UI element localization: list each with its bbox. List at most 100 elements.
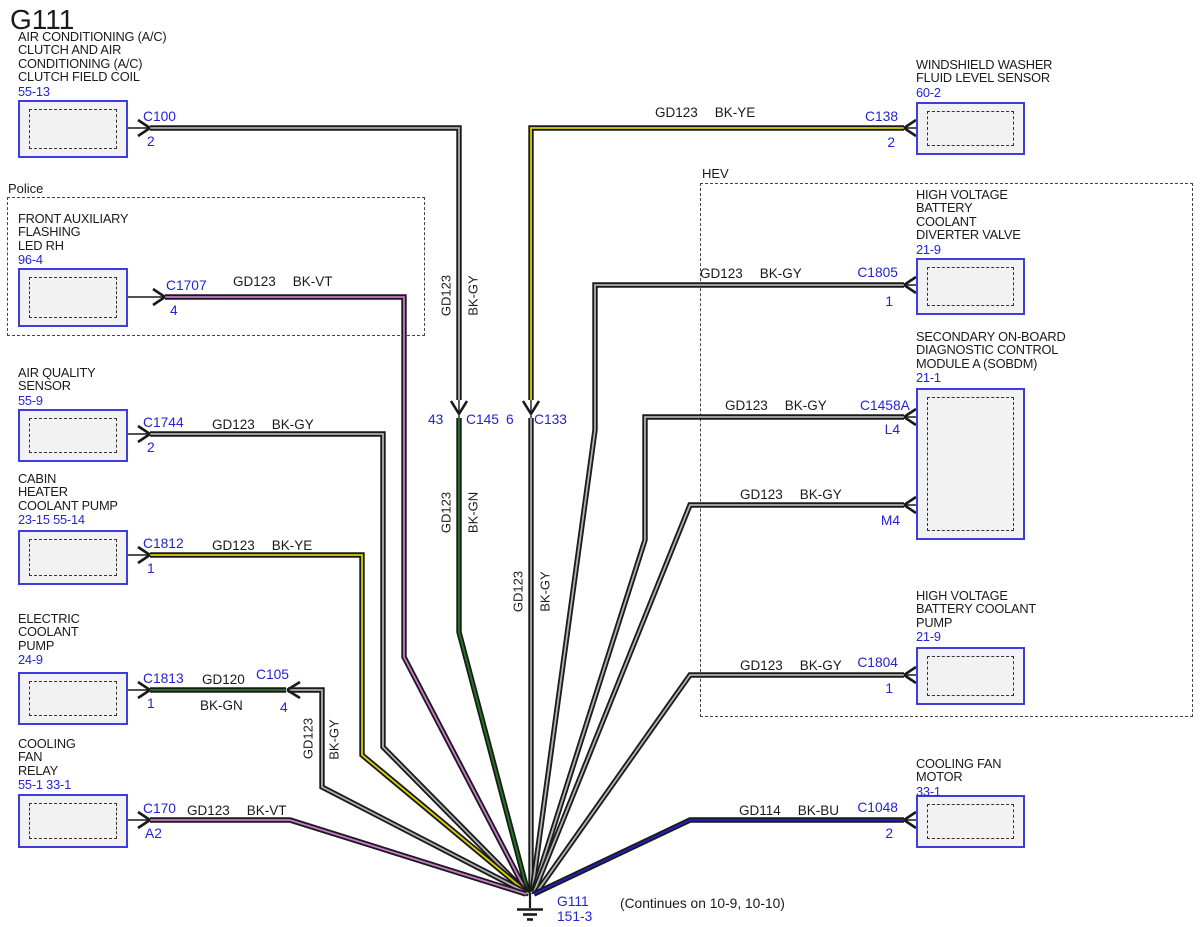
component-name: WINDSHIELD WASHER FLUID LEVEL SENSOR — [916, 58, 1146, 85]
component-name: HIGH VOLTAGE BATTERY COOLANT DIVERTER VA… — [916, 188, 1146, 242]
component-name: CABIN HEATER COOLANT PUMP — [18, 472, 248, 512]
component-box-hv-battery-coolant-pump[interactable] — [916, 647, 1025, 705]
connector-label-c100[interactable]: C100 — [143, 109, 176, 124]
continuation-note: (Continues on 10-9, 10-10) — [620, 896, 785, 911]
pin-label: 2 — [147, 440, 155, 455]
connector-label-c1812[interactable]: C1812 — [143, 536, 184, 551]
component-name: AIR CONDITIONING (A/C) CLUTCH AND AIR CO… — [18, 30, 248, 84]
pin-label: 1 — [835, 294, 893, 309]
connector-label-c1458a[interactable]: C1458A — [860, 398, 910, 413]
wire-label-gd123-bk-vt: GD123BK-VT — [233, 274, 333, 289]
wire-color: BK-GY — [800, 658, 842, 673]
wire-label-gd123-bk-gy: GD123 BK-GY — [212, 417, 314, 432]
component-label-coolant-diverter-valve: HIGH VOLTAGE BATTERY COOLANT DIVERTER VA… — [916, 188, 1146, 256]
pin-label: 4 — [170, 303, 178, 318]
connector-label-c1813[interactable]: C1813 — [143, 671, 184, 686]
pin-label: L4 — [835, 422, 900, 437]
component-box-cabin-heater-pump[interactable] — [18, 530, 128, 585]
ground-label[interactable]: G111 — [557, 895, 589, 909]
page-ref-link[interactable]: 33-1 — [916, 785, 1146, 798]
wire-color: BK-GY — [760, 266, 802, 281]
page-ref-link[interactable]: 96-4 — [18, 253, 248, 266]
page-ref-link[interactable]: 21-1 — [916, 371, 1146, 384]
connector-label-c1048[interactable]: C1048 — [835, 800, 898, 815]
component-box-led-rh[interactable] — [18, 268, 128, 327]
wire-label-gd123-bk-vt-2: GD123BK-VT — [187, 803, 287, 818]
component-name: COOLING FAN MOTOR — [916, 757, 1146, 784]
component-box-sobdm[interactable] — [916, 388, 1025, 540]
pin-label: 1 — [147, 561, 155, 576]
connector-label-c1707[interactable]: C1707 — [166, 278, 207, 293]
page-ref-link[interactable]: 55-13 — [18, 85, 248, 98]
wire-label-gd123-bk-gy-c1804: GD123 BK-GY — [740, 658, 842, 673]
page-ref-link[interactable]: 24-9 — [18, 653, 248, 666]
page-ref-link[interactable]: 55-9 — [18, 394, 248, 407]
connector-label-c105[interactable]: C105 — [256, 667, 289, 682]
connector-label-c1744[interactable]: C1744 — [143, 415, 184, 430]
wiring-diagram-page: { "title": "G111", "note": "(Continues o… — [0, 0, 1200, 927]
component-box-inner — [29, 418, 117, 453]
connector-label-c138[interactable]: C138 — [840, 109, 898, 124]
wire-label-gd123-bk-ye: GD123BK-YE — [655, 105, 755, 120]
wire-label-vertical-color: BK-GY — [327, 700, 342, 780]
component-box-inner — [29, 277, 117, 318]
component-box-cooling-fan-relay[interactable] — [18, 794, 128, 848]
wire-label-vertical-circuit: GD123 — [439, 256, 454, 336]
pin-label: A2 — [145, 826, 162, 841]
component-box-washer-fluid-sensor[interactable] — [916, 102, 1025, 155]
component-label-hv-battery-coolant-pump: HIGH VOLTAGE BATTERY COOLANT PUMP 21-9 — [916, 589, 1146, 644]
pin-label: 1 — [835, 681, 893, 696]
component-box-electric-coolant-pump[interactable] — [18, 672, 128, 725]
component-label-electric-coolant-pump: ELECTRIC COOLANT PUMP 24-9 — [18, 612, 248, 667]
connector-label-c1805[interactable]: C1805 — [835, 265, 898, 280]
wire-label-gd123-bk-gy-l4: GD123BK-GY — [725, 398, 827, 413]
component-box-ac-clutch[interactable] — [18, 100, 128, 158]
wire-label-gd123-bk-ye-2: GD123BK-YE — [212, 538, 312, 553]
wire-label-gd123-bk-gy-m4: GD123BK-GY — [740, 487, 842, 502]
page-ref-link[interactable]: 21-9 — [916, 630, 1146, 643]
wire-label-gd120: GD120 — [202, 672, 245, 687]
connector-label-c133[interactable]: C133 — [534, 412, 567, 427]
ground-page-ref[interactable]: 151-3 — [557, 910, 592, 924]
wire-label-vertical-circuit: GD123 — [511, 552, 526, 632]
component-name: FRONT AUXILIARY FLASHING LED RH — [18, 212, 248, 252]
page-ref-link[interactable]: 21-9 — [916, 243, 1146, 256]
component-label-washer-fluid-sensor: WINDSHIELD WASHER FLUID LEVEL SENSOR 60-… — [916, 58, 1146, 99]
component-label-ac-clutch: AIR CONDITIONING (A/C) CLUTCH AND AIR CO… — [18, 30, 248, 98]
page-ref-link[interactable]: 60-2 — [916, 86, 1146, 99]
pin-label: 2 — [835, 826, 893, 841]
component-box-cooling-fan-motor[interactable] — [916, 795, 1025, 848]
wire-color: BK-VT — [247, 803, 287, 818]
component-label-led-rh: FRONT AUXILIARY FLASHING LED RH 96-4 — [18, 212, 248, 267]
component-label-sobdm: SECONDARY ON-BOARD DIAGNOSTIC CONTROL MO… — [916, 330, 1146, 385]
component-box-inner — [927, 267, 1014, 306]
connector-label-c1804[interactable]: C1804 — [835, 655, 898, 670]
connector-label-c145[interactable]: C145 — [466, 412, 499, 427]
connector-label-c170[interactable]: C170 — [143, 801, 176, 816]
component-box-coolant-diverter-valve[interactable] — [916, 258, 1025, 315]
component-box-inner — [927, 111, 1014, 146]
component-name: AIR QUALITY SENSOR — [18, 366, 248, 393]
circuit-number: GD123 — [212, 538, 255, 553]
wire-color: BK-YE — [715, 105, 756, 120]
pin-label: M4 — [835, 513, 900, 528]
circuit-number: GD123 — [212, 417, 255, 432]
wire-color: BK-GY — [800, 487, 842, 502]
component-label-air-quality-sensor: AIR QUALITY SENSOR 55-9 — [18, 366, 248, 407]
wire-label-vertical-color: BK-GY — [538, 552, 553, 632]
circuit-number: GD114 — [739, 803, 781, 818]
component-box-air-quality-sensor[interactable] — [18, 409, 128, 462]
circuit-number: GD123 — [740, 658, 783, 673]
component-label-cooling-fan-relay: COOLING FAN RELAY 55-1 33-1 — [18, 737, 248, 792]
page-ref-link[interactable]: 55-1 33-1 — [18, 778, 248, 791]
wire-label-gd123-bk-gy-c1805: GD123BK-GY — [700, 266, 802, 281]
component-name: ELECTRIC COOLANT PUMP — [18, 612, 248, 652]
component-box-inner — [927, 804, 1014, 839]
pin-label: 1 — [147, 696, 155, 711]
pin-label-c133: 6 — [506, 412, 514, 427]
circuit-number: GD123 — [233, 274, 276, 289]
wire-color: BK-GY — [272, 417, 314, 432]
page-ref-link[interactable]: 23-15 55-14 — [18, 513, 248, 526]
component-box-inner — [29, 539, 117, 576]
wire-color: BK-BU — [798, 803, 839, 818]
